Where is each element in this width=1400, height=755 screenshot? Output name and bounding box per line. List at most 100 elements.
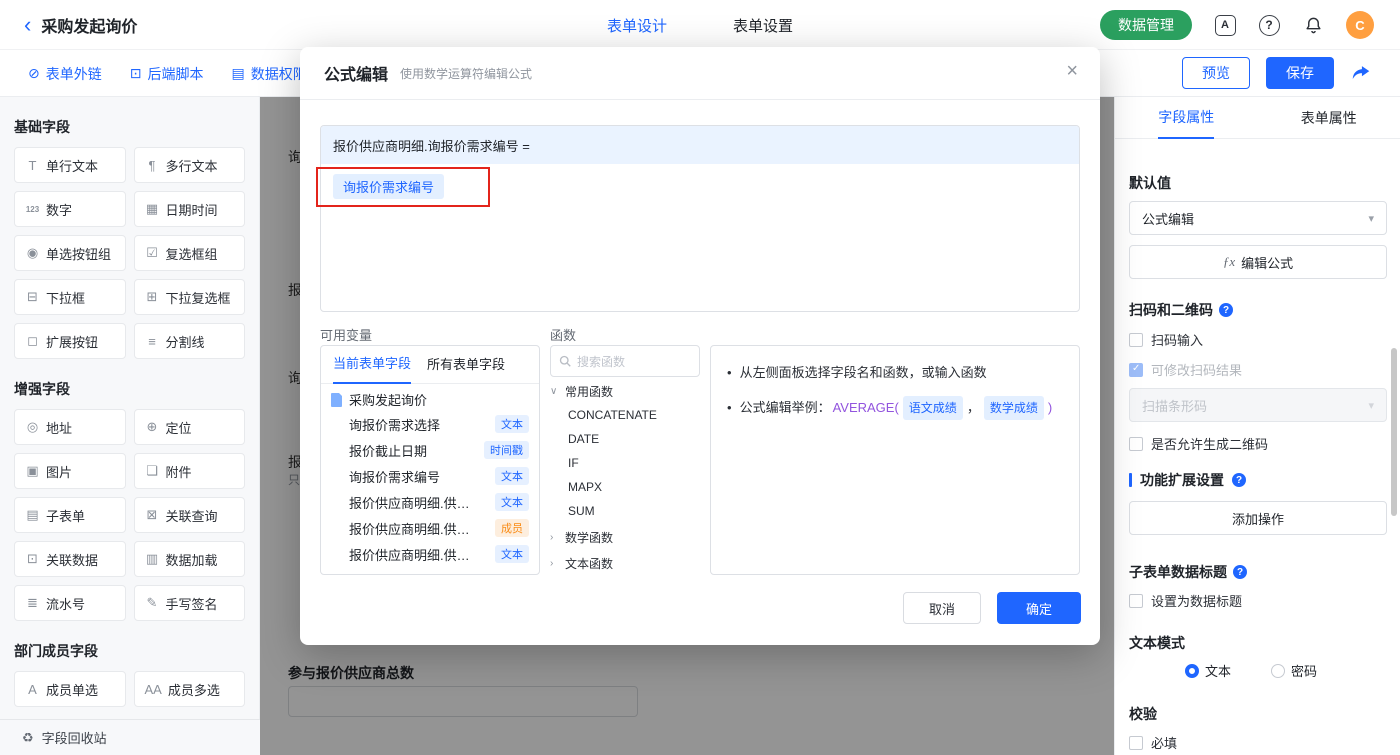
related-query-icon: ⊠ [146, 507, 158, 522]
tree-field-row[interactable]: 询报价需求选择 文本 [321, 411, 539, 437]
tab-form-design[interactable]: 表单设计 [607, 15, 667, 36]
field-item-member-single[interactable]: A 成员单选 [14, 671, 126, 707]
tree-field-row[interactable]: 报价供应商明细.供应商 成员 [321, 515, 539, 541]
add-operation-button[interactable]: 添加操作 [1129, 501, 1387, 535]
radio-label: 文本 [1205, 664, 1232, 679]
preview-button[interactable]: 预览 [1182, 57, 1250, 89]
cancel-button[interactable]: 取消 [903, 592, 981, 624]
tab-field-properties[interactable]: 字段属性 [1115, 97, 1258, 139]
set-data-title-checkbox[interactable] [1129, 593, 1143, 608]
field-recycle-bin[interactable]: ♻ 字段回收站 [0, 719, 260, 755]
chevron-down-icon: ▾ [1368, 212, 1374, 225]
field-item-image[interactable]: ▣ 图片 [14, 453, 126, 489]
field-item-dropdown[interactable]: ⊟ 下拉框 [14, 279, 126, 315]
address-icon: ◎ [26, 419, 39, 434]
field-item-radio-group[interactable]: ◉ 单选按钮组 [14, 235, 126, 271]
field-item-datetime[interactable]: ▦ 日期时间 [133, 191, 245, 227]
function-item[interactable]: DATE [550, 427, 700, 451]
help-glyph: ? [1258, 14, 1280, 36]
question-icon[interactable]: ? [1232, 473, 1246, 487]
confirm-button[interactable]: 确定 [997, 592, 1081, 624]
function-search-input[interactable]: 搜索函数 [550, 345, 700, 377]
field-item-checkbox-group[interactable]: ☑ 复选框组 [133, 235, 245, 271]
radio-text[interactable] [1185, 663, 1199, 678]
allow-qr-checkbox[interactable] [1129, 436, 1143, 451]
number-icon: 123 [25, 204, 40, 214]
formula-field-chip[interactable]: 询报价需求编号 [333, 174, 445, 199]
data-permission-link[interactable]: ▤ 数据权限 [231, 64, 306, 84]
field-item-divider[interactable]: ≡ 分割线 [133, 323, 245, 359]
field-item-member-multi[interactable]: AA 成员多选 [133, 671, 245, 707]
checkbox-label: 是否允许生成二维码 [1151, 437, 1269, 452]
field-item-address[interactable]: ◎ 地址 [14, 409, 126, 445]
close-icon[interactable]: × [1066, 61, 1078, 81]
field-item-attachment[interactable]: ❏ 附件 [133, 453, 245, 489]
question-icon[interactable]: ? [1233, 565, 1247, 579]
field-item-data-load[interactable]: ▥ 数据加载 [133, 541, 245, 577]
panel-scrollbar[interactable] [1391, 348, 1397, 516]
type-badge: 文本 [495, 467, 529, 485]
formula-edit-modal: 公式编辑 使用数学运算符编辑公式 × 报价供应商明细.询报价需求编号 = 询报价… [300, 47, 1100, 645]
type-badge: 文本 [495, 415, 529, 433]
default-value-select[interactable]: 公式编辑 ▾ [1129, 201, 1387, 235]
field-item-multi-line-text[interactable]: ¶ 多行文本 [133, 147, 245, 183]
formula-body[interactable]: 询报价需求编号 [321, 164, 1079, 209]
save-button[interactable]: 保存 [1266, 57, 1334, 89]
field-item-single-line-text[interactable]: T 单行文本 [14, 147, 126, 183]
function-item[interactable]: MAPX [550, 475, 700, 499]
function-item[interactable]: SUM [550, 499, 700, 523]
bell-icon[interactable] [1302, 14, 1324, 36]
radio-password[interactable] [1271, 663, 1286, 678]
backend-script-link[interactable]: ⊡ 后端脚本 [130, 64, 204, 84]
translate-icon[interactable]: A [1214, 14, 1236, 36]
function-item[interactable]: IF [550, 451, 700, 475]
field-label: 下拉复选框 [165, 290, 231, 306]
tree-field-row[interactable]: 报价供应商明细.供应... 文本 [321, 489, 539, 515]
field-item-related-data[interactable]: ⊡ 关联数据 [14, 541, 126, 577]
tree-field-row[interactable]: 报价截止日期 时间戳 [321, 437, 539, 463]
field-label: 附件 [165, 464, 192, 480]
tree-root-form[interactable]: 采购发起询价 [321, 384, 539, 411]
location-icon: ⊕ [146, 419, 158, 434]
bullet-icon: • [727, 400, 732, 415]
field-item-subform[interactable]: ▤ 子表单 [14, 497, 126, 533]
function-item[interactable]: CONCATENATE [550, 403, 700, 427]
field-label: 多行文本 [165, 158, 218, 174]
field-item-number[interactable]: 123 数字 [14, 191, 126, 227]
field-label: 分割线 [165, 334, 205, 350]
field-item-location[interactable]: ⊕ 定位 [133, 409, 245, 445]
avatar[interactable]: C [1346, 11, 1374, 39]
required-checkbox[interactable] [1129, 735, 1143, 750]
scan-input-checkbox[interactable] [1129, 332, 1143, 347]
tree-field-row[interactable]: 报价供应商明细.供应... 文本 [321, 541, 539, 567]
share-icon[interactable] [1350, 62, 1372, 84]
edit-formula-button[interactable]: ƒx 编辑公式 [1129, 245, 1387, 279]
function-group-text[interactable]: › 文本函数 [550, 551, 700, 575]
tree-field-row[interactable]: 询报价需求编号 文本 [321, 463, 539, 489]
back-icon[interactable]: ‹ [24, 14, 31, 36]
field-item-dropdown-multi[interactable]: ⊞ 下拉复选框 [133, 279, 245, 315]
tab-form-properties[interactable]: 表单属性 [1258, 97, 1400, 138]
field-label: 日期时间 [165, 202, 218, 218]
field-item-extend-button[interactable]: ◻ 扩展按钮 [14, 323, 126, 359]
field-item-serial-number[interactable]: ≣ 流水号 [14, 585, 126, 621]
scan-modify-checkbox[interactable] [1129, 362, 1143, 377]
chevron-right-icon: › [550, 531, 554, 543]
question-icon[interactable]: ? [1219, 303, 1233, 317]
attachment-icon: ❏ [146, 463, 158, 478]
function-group-math[interactable]: › 数学函数 [550, 525, 700, 549]
help-icon[interactable]: ? [1258, 14, 1280, 36]
function-group-common[interactable]: ∨ 常用函数 [550, 379, 700, 403]
field-label: 地址 [46, 420, 73, 436]
section-title-basic: 基础字段 [14, 119, 70, 135]
tab-all-form-fields[interactable]: 所有表单字段 [427, 347, 505, 383]
serial-icon: ≣ [27, 595, 38, 610]
scan-barcode-select[interactable]: 扫描条形码 ▾ [1129, 388, 1387, 422]
tab-form-settings[interactable]: 表单设置 [733, 15, 793, 36]
field-item-related-query[interactable]: ⊠ 关联查询 [133, 497, 245, 533]
signature-icon: ✎ [146, 595, 158, 610]
data-manage-button[interactable]: 数据管理 [1100, 10, 1192, 40]
tab-current-form-fields[interactable]: 当前表单字段 [333, 346, 412, 384]
form-external-link[interactable]: ⊘ 表单外链 [28, 64, 102, 84]
field-item-signature[interactable]: ✎ 手写签名 [133, 585, 245, 621]
